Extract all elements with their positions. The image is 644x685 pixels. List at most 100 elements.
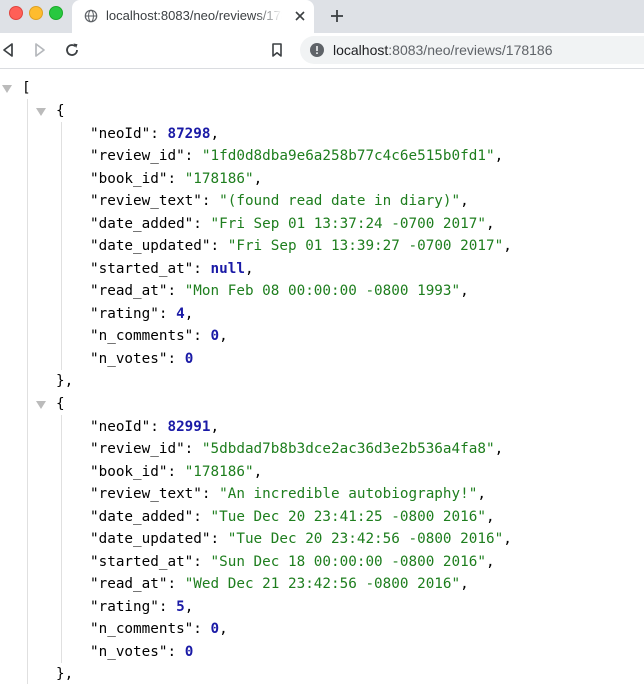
object-open-brace: { xyxy=(56,103,65,119)
json-value: "178186" xyxy=(184,463,254,480)
json-key: "date_updated": xyxy=(90,531,228,547)
json-key: "book_id": xyxy=(90,170,185,187)
json-value: "(found read date in diary)" xyxy=(219,193,461,209)
json-property: "n_comments": 0, xyxy=(90,618,228,640)
json-key: "n_votes": xyxy=(90,350,185,367)
json-property: "date_added": "Tue Dec 20 23:41:25 -0800… xyxy=(90,506,495,528)
json-property: "date_updated": "Fri Sep 01 13:39:27 -07… xyxy=(90,235,512,257)
comma: , xyxy=(485,553,495,570)
comma: , xyxy=(219,328,228,344)
minimize-window-button[interactable] xyxy=(29,6,43,20)
comma: , xyxy=(184,305,194,322)
json-key: "started_at": xyxy=(90,260,211,277)
json-property: "neoId": 87298, xyxy=(90,123,219,145)
collapse-object-arrow-icon[interactable] xyxy=(36,401,46,409)
json-key: "rating": xyxy=(90,305,177,322)
json-property: "started_at": "Sun Dec 18 00:00:00 -0800… xyxy=(90,551,495,573)
maximize-window-button[interactable] xyxy=(49,6,63,20)
new-tab-icon[interactable] xyxy=(328,7,346,25)
close-window-button[interactable] xyxy=(9,6,23,20)
json-key: "date_added": xyxy=(90,508,211,525)
json-key: "rating": xyxy=(90,598,177,615)
json-value: 5 xyxy=(176,598,185,615)
object-open-brace: { xyxy=(56,396,65,412)
tab-strip: localhost:8083/neo/reviews/178186 xyxy=(0,0,644,33)
json-value: 0 xyxy=(210,328,220,344)
json-value: 4 xyxy=(176,305,185,322)
json-property: "review_id": "5dbdad7b8b3dce2ac36d3e2b53… xyxy=(90,438,503,460)
json-property: "read_at": "Wed Dec 21 23:42:56 -0800 20… xyxy=(90,573,469,595)
json-value: "Tue Dec 20 23:41:25 -0800 2016" xyxy=(210,508,486,525)
comma: , xyxy=(485,215,495,232)
json-value: "5dbdad7b8b3dce2ac36d3e2b536a4fa8" xyxy=(201,441,495,457)
json-viewer: [ {"neoId": 87298, "review_id": "1fd0d8db… xyxy=(0,69,644,684)
json-key: "n_comments": xyxy=(90,621,211,637)
back-icon[interactable] xyxy=(0,41,18,59)
info-icon[interactable] xyxy=(310,43,324,57)
json-key: "n_comments": xyxy=(90,328,211,344)
indent-guide xyxy=(27,99,28,684)
json-key: "neoId": xyxy=(90,418,168,435)
json-key: "book_id": xyxy=(90,463,185,480)
url-host: localhost xyxy=(333,42,389,58)
comma: , xyxy=(184,598,194,615)
json-property: "review_text": "An incredible autobiogra… xyxy=(90,483,486,505)
json-key: "date_updated": xyxy=(90,238,228,254)
json-value: 82991 xyxy=(167,418,211,435)
json-key: "n_votes": xyxy=(90,643,185,660)
json-key: "review_id": xyxy=(90,441,202,457)
json-property: "n_votes": 0 xyxy=(90,348,193,370)
json-property: "read_at": "Mon Feb 08 00:00:00 -0800 19… xyxy=(90,280,469,302)
comma: , xyxy=(494,441,504,457)
json-key: "read_at": xyxy=(90,283,185,299)
comma: , xyxy=(485,508,495,525)
collapse-array-arrow-icon[interactable] xyxy=(2,85,12,93)
indent-guide xyxy=(61,415,62,663)
json-value: "Fri Sep 01 13:39:27 -0700 2017" xyxy=(227,238,504,254)
comma: , xyxy=(219,621,228,637)
json-property: "neoId": 82991, xyxy=(90,416,219,438)
json-property: "rating": 5, xyxy=(90,596,193,618)
close-tab-icon[interactable] xyxy=(292,8,308,24)
comma: , xyxy=(477,486,486,502)
json-value: 0 xyxy=(184,643,194,660)
active-tab[interactable]: localhost:8083/neo/reviews/178186 xyxy=(72,0,314,33)
json-value: 87298 xyxy=(167,125,211,142)
forward-icon[interactable] xyxy=(31,41,49,59)
json-key: "review_text": xyxy=(90,193,220,209)
comma: , xyxy=(253,463,263,480)
json-property: "started_at": null, xyxy=(90,258,254,280)
comma: , xyxy=(503,238,512,254)
json-value: "Mon Feb 08 00:00:00 -0800 1993" xyxy=(184,283,461,299)
json-value: "An incredible autobiography!" xyxy=(219,486,478,502)
json-key: "review_text": xyxy=(90,486,220,502)
url-text[interactable]: localhost:8083/neo/reviews/178186 xyxy=(333,42,553,58)
comma: , xyxy=(494,148,504,164)
json-value: "Tue Dec 20 23:42:56 -0800 2016" xyxy=(227,531,504,547)
json-value: "Wed Dec 21 23:42:56 -0800 2016" xyxy=(184,576,461,592)
comma: , xyxy=(253,170,263,187)
json-value: "Sun Dec 18 00:00:00 -0800 2016" xyxy=(210,553,486,570)
json-property: "book_id": "178186", xyxy=(90,461,262,483)
comma: , xyxy=(210,418,220,435)
url-path: :8083/neo/reviews/178186 xyxy=(388,42,553,58)
comma: , xyxy=(503,531,512,547)
json-value: "178186" xyxy=(184,170,254,187)
comma: , xyxy=(460,576,469,592)
json-value: 0 xyxy=(210,621,220,637)
address-bar[interactable]: localhost:8083/neo/reviews/178186 xyxy=(300,36,644,64)
json-property: "n_votes": 0 xyxy=(90,641,193,663)
json-property: "rating": 4, xyxy=(90,303,193,325)
json-key: "started_at": xyxy=(90,553,211,570)
collapse-object-arrow-icon[interactable] xyxy=(36,108,46,116)
bookmark-icon[interactable] xyxy=(268,41,286,59)
comma: , xyxy=(460,193,469,209)
json-property: "date_updated": "Tue Dec 20 23:42:56 -08… xyxy=(90,528,512,550)
tab-title: localhost:8083/neo/reviews/178186 xyxy=(106,8,282,23)
reload-icon[interactable] xyxy=(63,41,81,59)
json-property: "book_id": "178186", xyxy=(90,168,262,190)
json-value: "1fd0d8dba9e6a258b77c4c6e515b0fd1" xyxy=(201,148,495,164)
object-close-brace: }, xyxy=(56,666,74,682)
browser-toolbar: localhost:8083/neo/reviews/178186 xyxy=(0,33,644,69)
json-key: "review_id": xyxy=(90,148,202,164)
